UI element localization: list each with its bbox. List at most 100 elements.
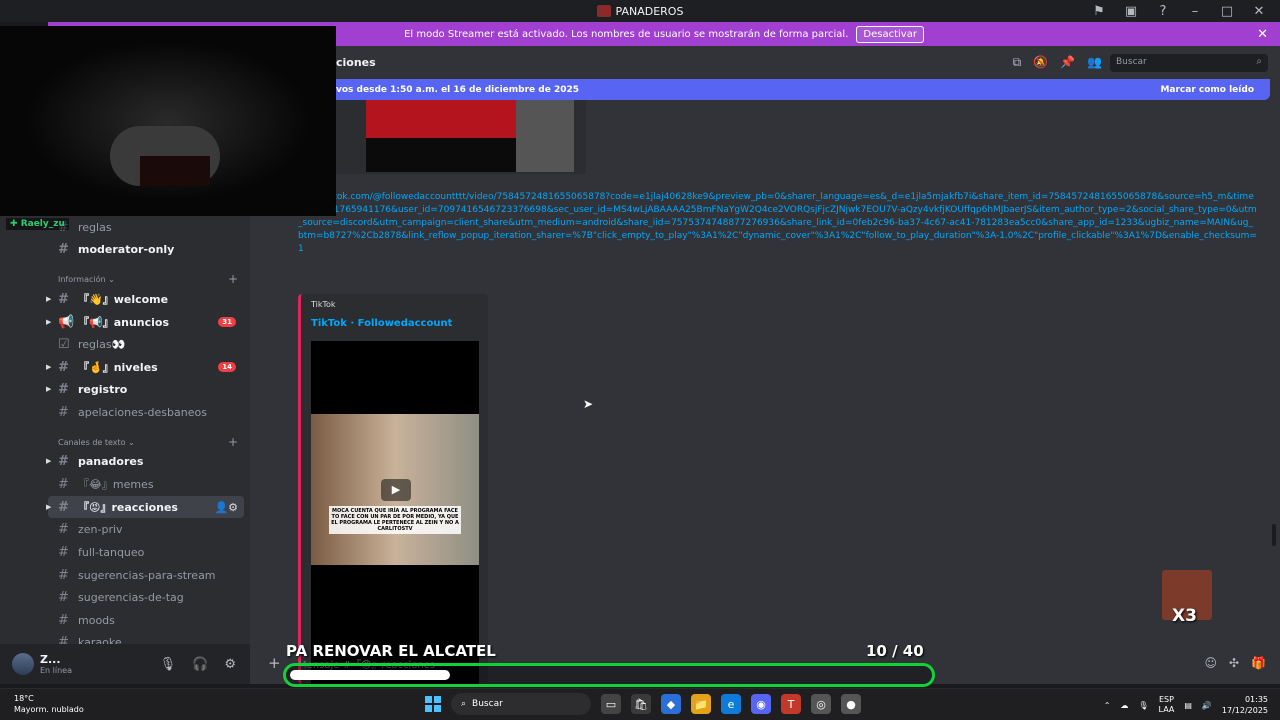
category-canales-texto[interactable]: Canales de texto ⌄ (58, 438, 135, 447)
obs-icon[interactable]: ● (841, 694, 861, 714)
channel-moderator-only[interactable]: # moderator-only (48, 238, 244, 260)
folder-icon[interactable]: 📁 (691, 694, 711, 714)
overlay-chat-user: ✚ Raely_zu (6, 218, 69, 230)
hash-icon: # (58, 544, 69, 560)
channel-sugerencias-stream[interactable]: # sugerencias-para-stream (48, 564, 244, 586)
channel-registro[interactable]: ▶ # registro (46, 378, 244, 400)
embed-thumbnail (366, 100, 516, 138)
embed-video[interactable]: ▶ MOCA CUENTA QUE IRÍA AL PROGRAMA FACE … (311, 341, 479, 684)
channel-reglas[interactable]: # reglas (48, 216, 244, 238)
weather-widget[interactable]: 18°C Mayorm. nublado (14, 693, 84, 715)
headphones-icon[interactable]: 🎧 (192, 657, 208, 672)
apps-icon[interactable]: ✣ (1229, 656, 1239, 670)
gear-icon[interactable]: ⚙ (224, 657, 236, 672)
channel-anuncios[interactable]: ▶ 📢 『📢』 anuncios 31 (46, 311, 244, 333)
onedrive-icon[interactable]: ☁ (1120, 701, 1128, 710)
goal-total: / 40 (892, 642, 924, 660)
volume-icon[interactable]: 🔊 (1202, 701, 1212, 710)
tiktok-embed: TikTok TikTok · Followedaccount ▶ MOCA C… (298, 294, 488, 684)
scrollbar[interactable] (1272, 524, 1276, 546)
search-icon: ⌕ (461, 699, 467, 709)
search-input[interactable]: Buscar ⌕ (1110, 54, 1268, 72)
tiktok-link[interactable]: www.tiktok.com/@followedaccountttt/video… (298, 191, 1258, 256)
tf-app-icon[interactable]: T (781, 694, 801, 714)
channel-reglas-rules[interactable]: ☑ reglas👀 (48, 333, 244, 355)
mark-read-button[interactable]: Marcar como leído (1160, 85, 1254, 95)
edge-icon[interactable]: e (721, 694, 741, 714)
channel-karaoke[interactable]: # karaoke (48, 631, 244, 645)
add-channel-icon[interactable]: + (228, 272, 238, 286)
category-label: Información (58, 275, 106, 284)
channel-label: registro (78, 382, 128, 396)
pin-icon[interactable]: 📌 (1060, 55, 1075, 70)
channel-sugerencias-tag[interactable]: # sugerencias-de-tag (48, 586, 244, 608)
unread-arrow-icon: ▶ (46, 318, 52, 326)
window-title: PANADEROS (596, 5, 683, 18)
embed-side-image (516, 100, 574, 172)
threads-icon[interactable]: ⧉ (1013, 55, 1022, 70)
embed-title[interactable]: TikTok · Followedaccount (311, 318, 452, 329)
maximize-icon[interactable]: □ (1218, 4, 1236, 19)
hash-icon: # (58, 589, 69, 605)
channel-zen-priv[interactable]: # zen-priv (48, 518, 244, 540)
close-icon[interactable]: ✕ (1257, 27, 1268, 42)
app-icon[interactable]: ◎ (811, 694, 831, 714)
taskbar-search[interactable]: ⌕ Buscar (451, 693, 591, 715)
gift-icon[interactable]: 🎁 (1251, 656, 1266, 670)
screen-icon[interactable]: ▣ (1122, 4, 1140, 19)
channel-moods[interactable]: # moods (48, 609, 244, 631)
unread-arrow-icon: ▶ (46, 363, 52, 371)
add-attachment-icon[interactable]: + (268, 654, 281, 672)
play-icon[interactable]: ▶ (381, 479, 411, 501)
banner-message: El modo Streamer está activado. Los nomb… (404, 28, 849, 40)
mic-tray-icon[interactable]: 🎙 (1138, 701, 1148, 710)
previous-embed-image[interactable] (336, 100, 586, 174)
hash-icon: # (58, 521, 69, 537)
channel-prefix: 『😡』 (78, 501, 112, 514)
language-indicator[interactable]: ESP LAA (1159, 695, 1175, 715)
avatar[interactable] (12, 653, 34, 675)
channel-prefix: 『😂』 (78, 478, 113, 491)
channel-full-tanqueo[interactable]: # full-tanqueo (48, 541, 244, 563)
channel-memes[interactable]: # 『😂』 memes (48, 473, 244, 495)
user-info[interactable]: Z... En línea (40, 653, 72, 675)
channel-welcome[interactable]: ▶ # 『👋』 welcome (46, 288, 244, 310)
windows-start-icon[interactable] (425, 696, 441, 712)
close-window-icon[interactable]: ✕ (1250, 4, 1268, 19)
discord-icon[interactable]: ◉ (751, 694, 771, 714)
mute-icon[interactable]: 🔕 (1033, 55, 1048, 70)
username: Z... (40, 653, 61, 666)
video-caption: MOCA CUENTA QUE IRÍA AL PROGRAMA FACE TO… (329, 506, 461, 534)
copilot-icon[interactable]: ◆ (661, 694, 681, 714)
add-channel-icon[interactable]: + (228, 435, 238, 449)
clock[interactable]: 01:35 17/12/2025 (1222, 694, 1268, 716)
channel-apelaciones[interactable]: # apelaciones-desbaneos (48, 401, 244, 423)
windows-taskbar: 18°C Mayorm. nublado ⌕ Buscar ▭ 🛍 ◆ 📁 e … (0, 688, 1280, 720)
webcam-overlay (0, 26, 336, 216)
new-messages-bar[interactable]: vos desde 1:50 a.m. el 16 de diciembre d… (330, 79, 1270, 100)
members-icon[interactable]: 👥 (1087, 55, 1102, 70)
channel-niveles[interactable]: ▶ # 『🤞』 niveles 14 (46, 356, 244, 378)
channel-settings-icon[interactable]: 👤⚙ (214, 501, 238, 514)
network-icon[interactable]: ▤ (1184, 701, 1192, 710)
deactivate-button[interactable]: Desactivar (856, 25, 924, 43)
task-view-icon[interactable]: ▭ (601, 694, 621, 714)
inbox-icon[interactable]: ⚑ (1090, 4, 1108, 19)
category-informacion[interactable]: Información ⌄ (58, 275, 115, 284)
new-messages-text: vos desde 1:50 a.m. el 16 de diciembre d… (336, 84, 579, 95)
channel-label: moderator-only (78, 242, 175, 256)
channel-panadores[interactable]: ▶ # panadores (46, 450, 244, 472)
microphone-icon[interactable]: 🎙 (160, 657, 177, 672)
channel-reacciones[interactable]: ▶ # 『😡』 reacciones 👤⚙ (46, 496, 244, 518)
channel-label: anuncios (113, 315, 170, 329)
emoji-icon[interactable]: ☺ (1204, 656, 1217, 670)
channel-label: reacciones (111, 500, 178, 514)
goal-count: 10 (866, 642, 887, 660)
chevron-up-icon[interactable]: ⌃ (1104, 701, 1111, 710)
channel-prefix: 『📢』 (78, 316, 114, 329)
minimize-icon[interactable]: – (1186, 4, 1204, 19)
composer-icons: ☺ ✣ 🎁 (1204, 656, 1266, 670)
help-icon[interactable]: ? (1154, 4, 1172, 19)
channel-label: niveles (113, 360, 158, 374)
store-icon[interactable]: 🛍 (631, 694, 651, 714)
